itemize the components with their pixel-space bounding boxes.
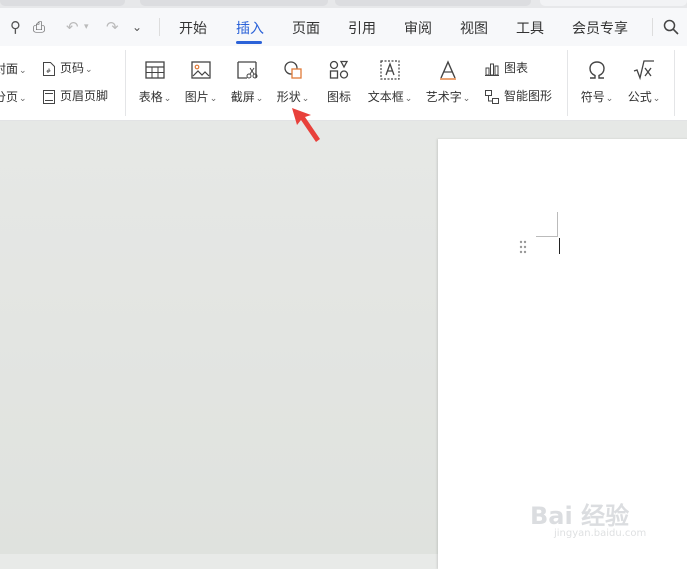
screenshot-icon — [237, 61, 258, 79]
menu-tab-bar: ⚲ ⎙ ↶ ▾ ↷ ⌄ 开始 插入 页面 引用 审阅 视图 工具 会员专享 — [0, 8, 687, 46]
link-icon[interactable]: ⚲ — [10, 18, 21, 36]
chevron-down-icon: ⌄ — [301, 94, 310, 104]
customize-dropdown-icon[interactable]: ⌄ — [132, 20, 142, 34]
formula-button[interactable]: 公式⌄ — [624, 58, 664, 105]
picture-icon — [191, 61, 211, 79]
tab-home[interactable]: 开始 — [179, 18, 207, 38]
tab-references[interactable]: 引用 — [348, 18, 376, 38]
chevron-down-icon: ⌄ — [605, 94, 614, 104]
textbox-button[interactable]: 文本框⌄ — [366, 58, 414, 105]
divider — [652, 18, 653, 36]
page-number-button[interactable]: # 页码⌄ — [42, 59, 93, 77]
header-footer-icon — [43, 89, 55, 104]
shape-label: 形状 — [276, 90, 301, 104]
page-break-label: 分页 — [0, 90, 19, 104]
chevron-down-icon: ⌄ — [462, 94, 471, 104]
chart-label: 图表 — [504, 61, 529, 75]
symbol-button[interactable]: 符号⌄ — [577, 58, 617, 105]
header-footer-button[interactable]: 页眉页脚 — [42, 87, 108, 105]
chevron-down-icon: ⌄ — [652, 94, 661, 104]
watermark-logo: Bai 经验 — [530, 502, 630, 530]
chevron-down-icon: ⌄ — [85, 65, 93, 75]
textbox-label: 文本框 — [367, 90, 404, 104]
window-tab[interactable] — [540, 0, 687, 6]
window-tab[interactable] — [0, 0, 125, 6]
window-tab[interactable] — [335, 0, 531, 6]
search-icon[interactable] — [663, 19, 679, 35]
annotation-arrow-icon — [292, 108, 320, 142]
window-tab[interactable] — [140, 0, 328, 6]
chevron-down-icon: ⌄ — [209, 94, 218, 104]
icon-label: 图标 — [326, 90, 351, 104]
wordart-label: 艺术字 — [425, 90, 462, 104]
formula-icon — [633, 60, 654, 81]
print-preview-icon[interactable]: ⎙ — [33, 18, 45, 36]
tab-review[interactable]: 审阅 — [404, 18, 432, 38]
active-tab-indicator — [236, 41, 262, 44]
chart-button[interactable]: 图表 — [484, 59, 528, 77]
divider — [674, 50, 675, 116]
window-tab-strip — [0, 0, 687, 8]
tab-page[interactable]: 页面 — [292, 18, 320, 38]
redo-icon[interactable]: ↷ — [106, 18, 119, 36]
undo-icon[interactable]: ↶ — [66, 18, 79, 36]
header-footer-label: 页眉页脚 — [60, 89, 109, 103]
screenshot-label: 截屏 — [230, 90, 255, 104]
divider — [125, 50, 126, 116]
undo-dropdown-icon[interactable]: ▾ — [84, 22, 89, 32]
shape-icon — [284, 61, 302, 79]
chevron-down-icon: ⌄ — [19, 94, 27, 104]
icon-button[interactable]: 图标 — [322, 58, 356, 105]
table-label: 表格 — [138, 90, 163, 104]
page-break-button[interactable]: 分页⌄ — [0, 88, 27, 105]
chevron-down-icon: ⌄ — [163, 94, 172, 104]
tab-view[interactable]: 视图 — [460, 18, 488, 38]
screenshot-button[interactable]: 截屏⌄ — [229, 58, 265, 105]
wordart-icon — [440, 60, 456, 80]
cover-button[interactable]: 封面⌄ — [0, 60, 27, 77]
chevron-down-icon: ⌄ — [404, 94, 413, 104]
paragraph-drag-handle-icon[interactable] — [518, 239, 528, 255]
picture-button[interactable]: 图片⌄ — [183, 58, 219, 105]
tab-member[interactable]: 会员专享 — [572, 18, 628, 38]
shape-button[interactable]: 形状⌄ — [275, 58, 311, 105]
formula-label: 公式 — [627, 90, 652, 104]
margin-corner-mark — [536, 236, 558, 237]
chevron-down-icon: ⌄ — [19, 66, 27, 76]
tab-tools[interactable]: 工具 — [516, 18, 544, 38]
table-icon — [145, 61, 165, 79]
smartart-label: 智能图形 — [504, 89, 553, 103]
chart-icon — [485, 63, 499, 76]
icons-gallery-icon — [329, 60, 349, 79]
textbox-icon — [380, 60, 400, 80]
watermark-url: jingyan.baidu.com — [554, 528, 647, 539]
symbol-label: 符号 — [580, 90, 605, 104]
watermark: Bai 经验 jingyan.baidu.com — [530, 492, 680, 548]
divider — [567, 50, 568, 116]
page-number-label: 页码 — [60, 61, 85, 75]
chevron-down-icon: ⌄ — [255, 94, 264, 104]
cover-label: 封面 — [0, 62, 19, 76]
ribbon-toolbar: 封面⌄ 分页⌄ # 页码⌄ 页眉页脚 表格⌄ 图片⌄ 截屏⌄ 形状⌄ 图标 文本框… — [0, 46, 687, 121]
page-number-icon: # — [43, 61, 55, 76]
svg-text:#: # — [46, 68, 51, 75]
smartart-icon — [485, 89, 499, 104]
margin-corner-mark — [557, 212, 558, 237]
smartart-button[interactable]: 智能图形 — [484, 87, 552, 105]
tab-insert[interactable]: 插入 — [236, 18, 264, 38]
wordart-button[interactable]: 艺术字⌄ — [424, 58, 472, 105]
text-cursor — [559, 238, 560, 254]
omega-icon — [589, 61, 605, 79]
table-button[interactable]: 表格⌄ — [137, 58, 173, 105]
divider — [159, 18, 160, 36]
picture-label: 图片 — [184, 90, 209, 104]
